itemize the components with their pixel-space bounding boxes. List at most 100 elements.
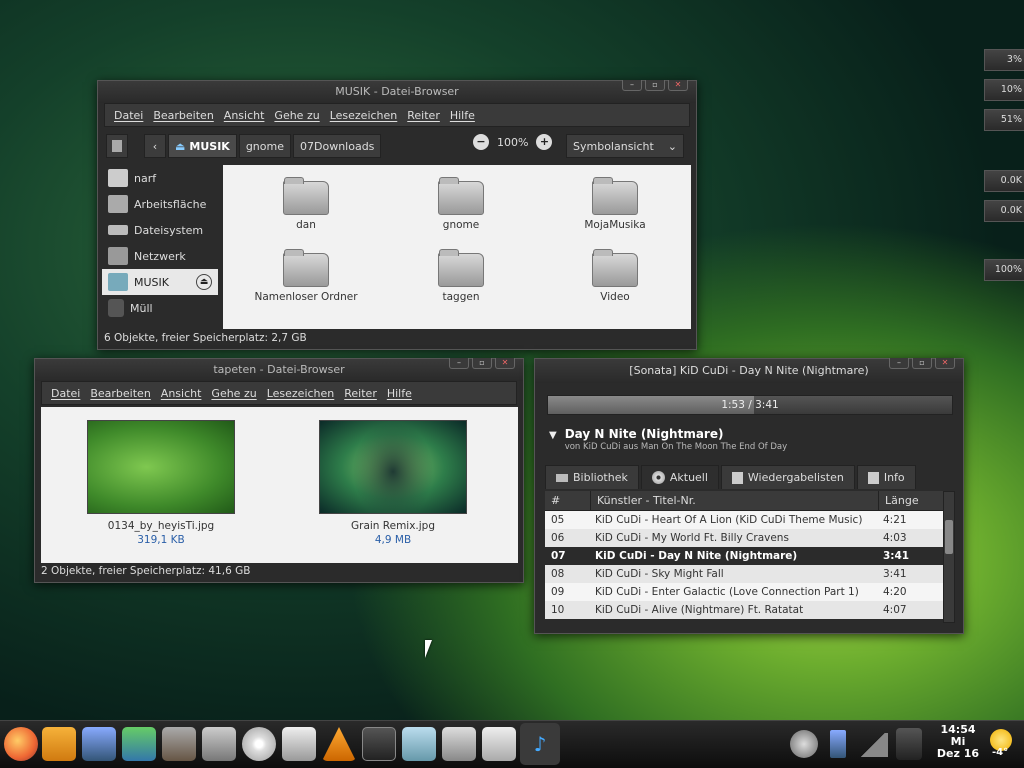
folder-dan[interactable]: dan xyxy=(246,177,366,231)
path-button-downloads[interactable]: 07Downloads xyxy=(293,134,382,158)
eject-icon[interactable]: ⏏ xyxy=(196,274,212,290)
folder-video[interactable]: Video xyxy=(555,249,675,303)
menu-lesezeichen[interactable]: Lesezeichen xyxy=(330,109,398,122)
table-row[interactable]: 09 KiD CuDi - Enter Galactic (Love Connec… xyxy=(545,583,945,601)
gimp-icon[interactable] xyxy=(162,727,196,761)
minimize-button[interactable]: – xyxy=(889,358,909,369)
disc-burner-icon[interactable] xyxy=(242,727,276,761)
image-editor-icon[interactable] xyxy=(122,727,156,761)
musik-window-titlebar[interactable]: MUSIK - Datei-Browser – ▫ ✕ xyxy=(98,80,696,103)
path-button-gnome[interactable]: gnome xyxy=(238,134,291,158)
vlc-icon[interactable] xyxy=(322,727,356,761)
menu-gehe-zu[interactable]: Gehe zu xyxy=(274,109,319,122)
maximize-button[interactable]: ▫ xyxy=(472,358,492,369)
text-editor-icon[interactable] xyxy=(402,727,436,761)
column-artist-title[interactable]: Künstler - Titel-Nr. xyxy=(591,491,879,510)
image-thumbnail xyxy=(87,420,235,514)
expand-triangle-icon[interactable]: ▼ xyxy=(549,430,557,452)
sidebar-label: Müll xyxy=(130,301,153,315)
table-row[interactable]: 10 KiD CuDi - Alive (Nightmare) Ft. Ratat… xyxy=(545,601,945,619)
calculator-icon[interactable] xyxy=(442,727,476,761)
menu-hilfe[interactable]: Hilfe xyxy=(450,109,475,122)
folder-gnome[interactable]: gnome xyxy=(401,177,521,231)
sidebar-item-musik[interactable]: MUSIK ⏏ xyxy=(102,269,218,295)
sidebar-item-trash[interactable]: Müll xyxy=(102,295,218,321)
menu-reiter[interactable]: Reiter xyxy=(407,109,440,122)
music-player-icon[interactable]: ♪ xyxy=(520,723,560,765)
close-button[interactable]: ✕ xyxy=(668,80,688,91)
trash-icon xyxy=(108,299,124,317)
sidebar-item-network[interactable]: Netzwerk xyxy=(102,243,218,269)
folder-namenloser-ordner[interactable]: Namenloser Ordner xyxy=(246,249,366,303)
menu-datei[interactable]: Datei xyxy=(51,387,80,400)
tools-icon[interactable] xyxy=(202,727,236,761)
sidebar-item-filesystem[interactable]: Dateisystem xyxy=(102,217,218,243)
minimize-button[interactable]: – xyxy=(449,358,469,369)
terminal-icon[interactable] xyxy=(362,727,396,761)
tab-bibliothek[interactable]: Bibliothek xyxy=(545,465,639,489)
weather-widget[interactable]: -4° xyxy=(984,727,1022,763)
file-grain-remix[interactable]: Grain Remix.jpg 4,9 MB xyxy=(319,420,467,546)
playback-progress-bar[interactable]: 1:53 / 3:41 xyxy=(547,395,953,415)
zoom-in-icon[interactable]: + xyxy=(536,134,553,150)
minimize-button[interactable]: – xyxy=(622,80,642,91)
column-length[interactable]: Länge xyxy=(879,491,945,510)
tab-wiedergabelisten[interactable]: Wiedergabelisten xyxy=(720,465,855,489)
maximize-button[interactable]: ▫ xyxy=(645,80,665,91)
menu-reiter[interactable]: Reiter xyxy=(344,387,377,400)
playlist-scrollbar[interactable] xyxy=(943,491,955,623)
menu-ansicht[interactable]: Ansicht xyxy=(161,387,202,400)
back-button[interactable]: ‹ xyxy=(144,134,166,158)
menu-lesezeichen[interactable]: Lesezeichen xyxy=(267,387,335,400)
signal-strength-icon[interactable] xyxy=(858,733,888,757)
sonata-window-titlebar[interactable]: [Sonata] KiD CuDi - Day N Nite (Nightmar… xyxy=(535,358,963,383)
track-number: 09 xyxy=(551,586,565,598)
menu-hilfe[interactable]: Hilfe xyxy=(387,387,412,400)
table-row-current[interactable]: 07 KiD CuDi - Day N Nite (Nightmare) 3:41 xyxy=(545,547,945,565)
sidebar-label: narf xyxy=(134,171,157,185)
tab-aktuell[interactable]: Aktuell xyxy=(640,465,719,489)
track-number: 05 xyxy=(551,514,565,526)
track-length: 4:21 xyxy=(883,514,907,526)
movie-icon[interactable] xyxy=(282,727,316,761)
folder-taggen[interactable]: taggen xyxy=(401,249,521,303)
menu-ansicht[interactable]: Ansicht xyxy=(224,109,265,122)
tapeten-window-titlebar[interactable]: tapeten - Datei-Browser – ▫ ✕ xyxy=(35,358,523,381)
settings-tools-icon[interactable] xyxy=(82,727,116,761)
firefox-icon[interactable] xyxy=(4,727,38,761)
file-0134-by-heyisti[interactable]: 0134_by_heyisTi.jpg 319,1 KB xyxy=(87,420,235,546)
tapeten-menubar: Datei Bearbeiten Ansicht Gehe zu Lesezei… xyxy=(41,381,517,405)
menu-gehe-zu[interactable]: Gehe zu xyxy=(211,387,256,400)
file-manager-icon[interactable] xyxy=(482,727,516,761)
tapeten-window-title: tapeten - Datei-Browser xyxy=(213,363,345,376)
folder-mojamusika[interactable]: MojaMusika xyxy=(555,177,675,231)
close-button[interactable]: ✕ xyxy=(495,358,515,369)
tab-info[interactable]: Info xyxy=(856,465,916,489)
desktop-icon xyxy=(108,195,128,213)
volume-icon[interactable] xyxy=(790,730,818,758)
table-row[interactable]: 08 KiD CuDi - Sky Might Fall 3:41 xyxy=(545,565,945,583)
folder-icon xyxy=(438,249,484,287)
view-mode-select[interactable]: Symbolansicht ⌄ xyxy=(566,134,684,158)
scrollbar-thumb[interactable] xyxy=(945,520,953,554)
menu-datei[interactable]: Datei xyxy=(114,109,143,122)
mail-icon[interactable] xyxy=(42,727,76,761)
cpu-meter-2: 10% xyxy=(984,79,1024,101)
clock[interactable]: 14:54 Mi Dez 16 xyxy=(936,724,980,760)
track-name: KiD CuDi - My World Ft. Billy Cravens xyxy=(595,532,789,544)
table-row[interactable]: 06 KiD CuDi - My World Ft. Billy Cravens 4… xyxy=(545,529,945,547)
maximize-button[interactable]: ▫ xyxy=(912,358,932,369)
battery-icon[interactable] xyxy=(830,730,846,758)
zoom-out-icon[interactable]: − xyxy=(473,134,489,150)
menu-bearbeiten[interactable]: Bearbeiten xyxy=(90,387,150,400)
toggle-path-button[interactable] xyxy=(106,134,128,158)
close-button[interactable]: ✕ xyxy=(935,358,955,369)
menu-bearbeiten[interactable]: Bearbeiten xyxy=(153,109,213,122)
column-number[interactable]: # xyxy=(545,491,591,510)
sidebar-item-desktop[interactable]: Arbeitsfläche xyxy=(102,191,218,217)
table-row[interactable]: 05 KiD CuDi - Heart Of A Lion (KiD CuDi T… xyxy=(545,511,945,529)
musik-menubar: Datei Bearbeiten Ansicht Gehe zu Lesezei… xyxy=(104,103,690,127)
sidebar-item-narf[interactable]: narf xyxy=(102,165,218,191)
path-button-musik[interactable]: ⏏ MUSIK xyxy=(168,134,237,158)
trash-icon[interactable] xyxy=(896,728,922,760)
